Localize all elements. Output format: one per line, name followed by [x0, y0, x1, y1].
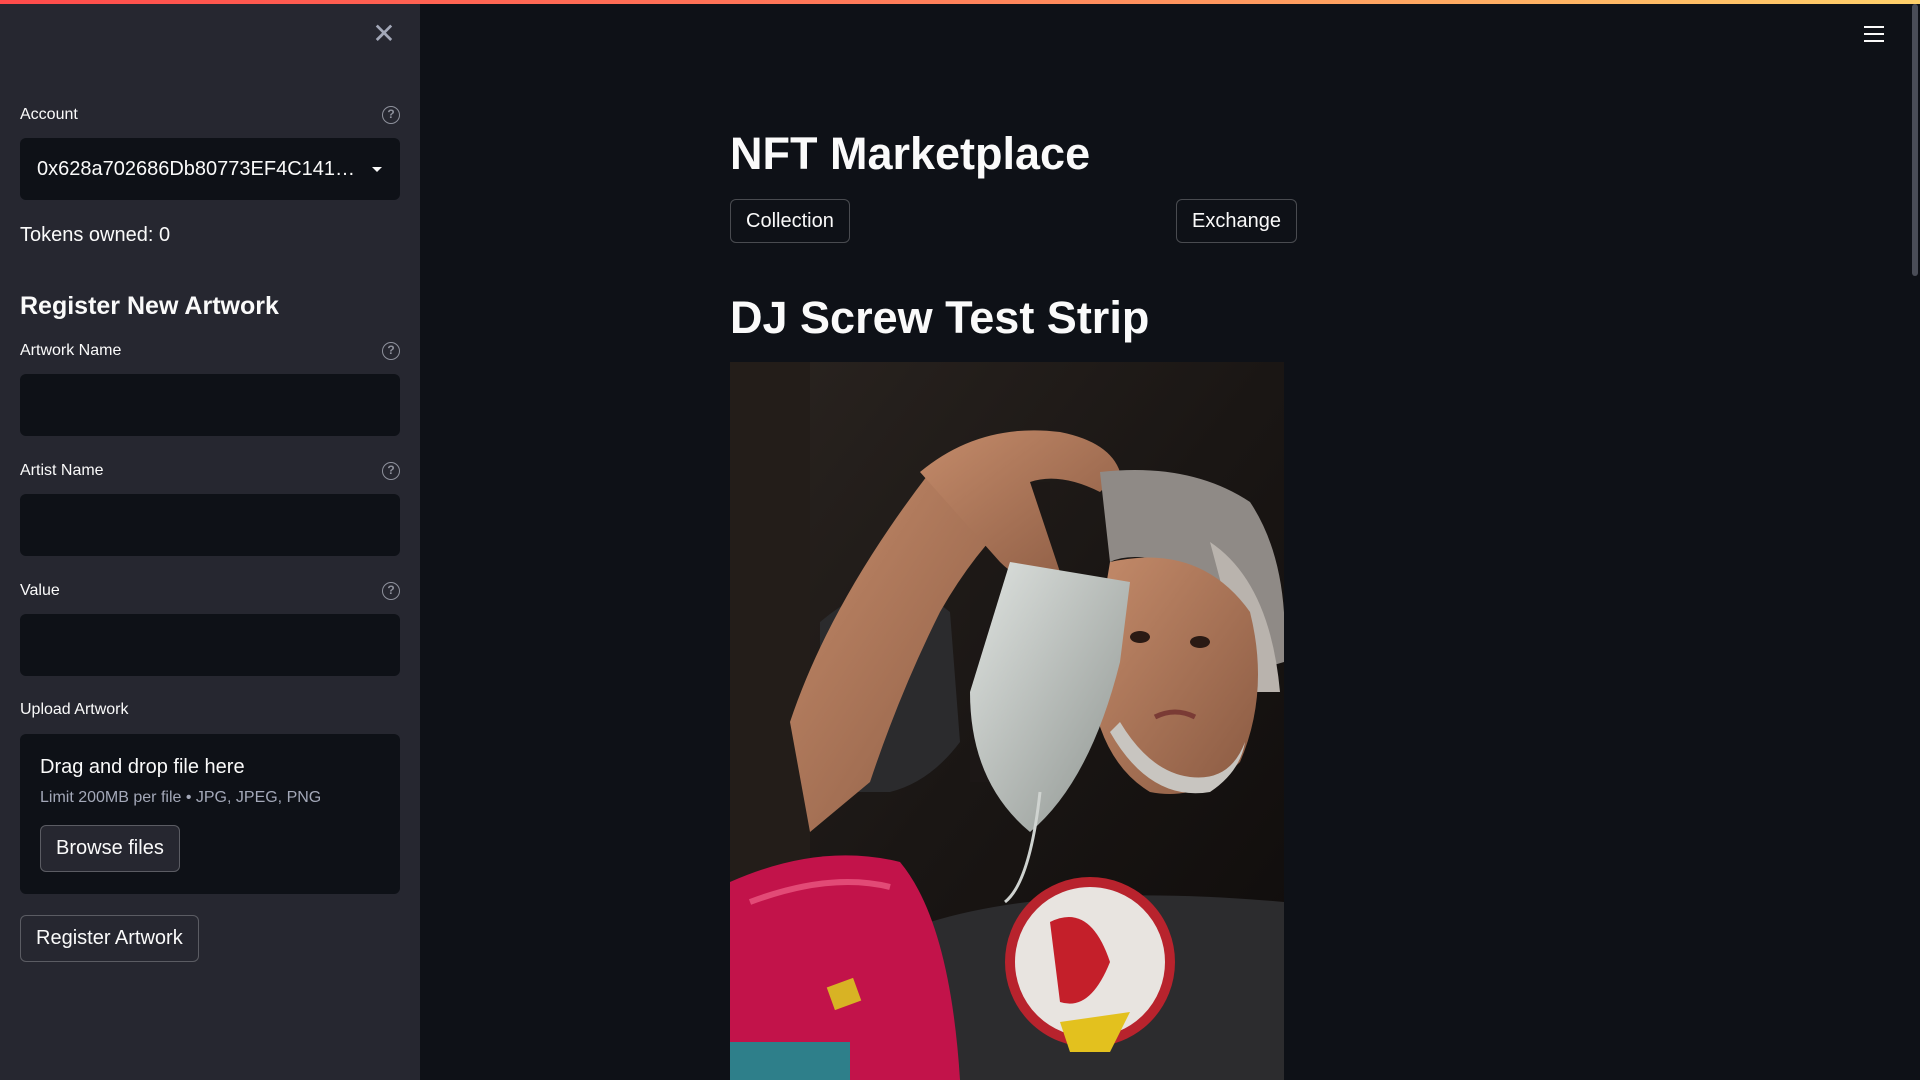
artwork-name-label: Artwork Name [20, 342, 122, 359]
collection-button[interactable]: Collection [730, 199, 850, 243]
artwork-image [730, 362, 1284, 1080]
close-icon[interactable]: ✕ [372, 20, 396, 48]
artwork-name-input[interactable] [20, 374, 400, 436]
top-decoration-stripe [0, 0, 1920, 4]
chevron-down-icon [372, 166, 382, 172]
file-dropzone[interactable]: Drag and drop file here Limit 200MB per … [20, 734, 400, 894]
dropzone-limit-text: Limit 200MB per file • JPG, JPEG, PNG [40, 789, 322, 806]
question-circle-icon[interactable]: ? [382, 342, 400, 360]
dropzone-title: Drag and drop file here [40, 756, 245, 778]
account-label: Account [20, 106, 78, 123]
browse-files-button[interactable]: Browse files [40, 825, 180, 872]
account-select[interactable]: 0x628a702686Db80773EF4C141… [20, 138, 400, 200]
exchange-button[interactable]: Exchange [1176, 199, 1297, 243]
question-circle-icon[interactable]: ? [382, 106, 400, 124]
artist-name-label: Artist Name [20, 462, 104, 479]
account-label-row: Account ? [20, 103, 400, 127]
page-title: NFT Marketplace [730, 128, 1091, 179]
value-input[interactable] [20, 614, 400, 676]
artwork-title: DJ Screw Test Strip [730, 292, 1150, 343]
account-select-value: 0x628a702686Db80773EF4C141… [37, 157, 356, 180]
artwork-name-label-row: Artwork Name ? [20, 339, 400, 363]
tokens-owned-text: Tokens owned: 0 [20, 224, 171, 246]
register-artwork-button[interactable]: Register Artwork [20, 915, 199, 962]
value-label: Value [20, 582, 60, 599]
upload-artwork-label: Upload Artwork [20, 701, 129, 718]
scrollbar-thumb[interactable] [1912, 4, 1918, 276]
register-heading: Register New Artwork [20, 292, 279, 320]
upload-label-row: Upload Artwork [20, 698, 400, 722]
question-circle-icon[interactable]: ? [382, 462, 400, 480]
artist-name-input[interactable] [20, 494, 400, 556]
value-label-row: Value ? [20, 579, 400, 603]
artist-name-label-row: Artist Name ? [20, 459, 400, 483]
question-circle-icon[interactable]: ? [382, 582, 400, 600]
sidebar: ✕ Account ? 0x628a702686Db80773EF4C141… … [0, 0, 420, 1080]
hamburger-menu-icon[interactable] [1864, 26, 1884, 44]
